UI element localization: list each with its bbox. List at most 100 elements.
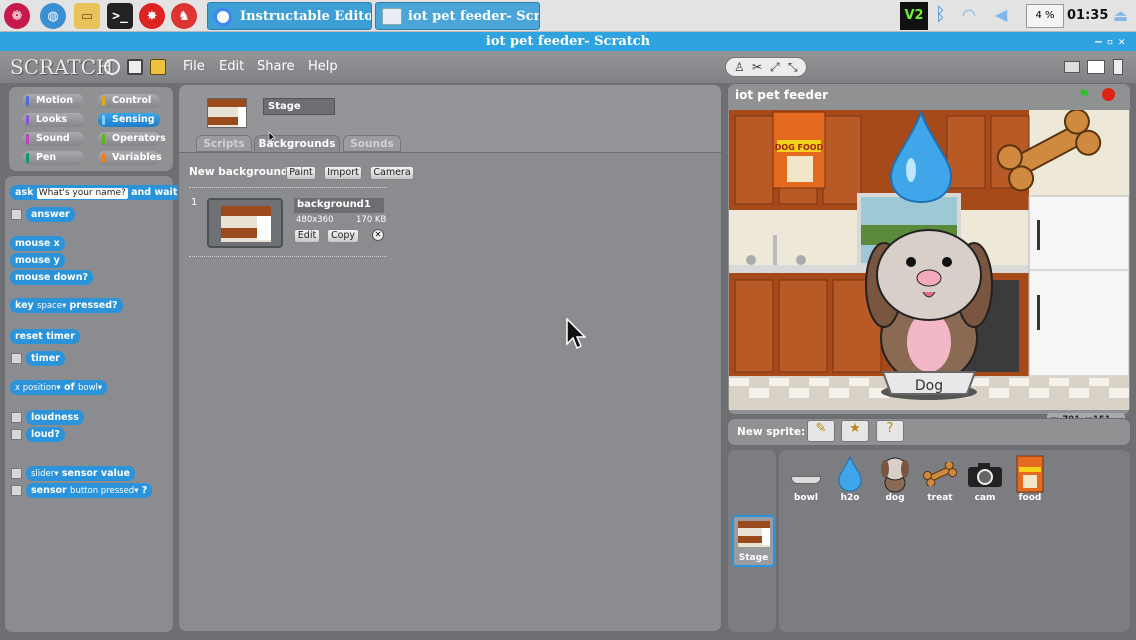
small-stage-icon[interactable] [1064, 61, 1080, 73]
menu-edit[interactable]: Edit [219, 59, 244, 74]
camera-icon [965, 455, 1005, 493]
object-dropdown[interactable]: bowl [78, 381, 98, 396]
save-icon[interactable] [127, 59, 143, 75]
language-globe-icon[interactable] [104, 59, 120, 75]
block-key-pressed[interactable]: key space▾ pressed? [10, 298, 123, 313]
paint-new-sprite-button[interactable]: ✎ [807, 420, 835, 442]
block-timer[interactable]: timer [26, 351, 65, 366]
menu-help[interactable]: Help [308, 59, 338, 74]
camera-button[interactable]: Camera [370, 166, 414, 180]
presentation-mode-icon[interactable] [1113, 59, 1123, 75]
stage-selector[interactable]: Stage [732, 515, 775, 567]
random-sprite-button[interactable]: ? [876, 420, 904, 442]
object-name-field[interactable]: Stage [263, 98, 335, 115]
tab-backgrounds[interactable]: Backgrounds [254, 135, 340, 152]
category-control[interactable]: Control [98, 94, 160, 108]
copy-background-button[interactable]: Copy [327, 229, 359, 243]
block-loud[interactable]: loud? [26, 427, 65, 442]
volume-icon[interactable]: ◀ [995, 5, 1007, 24]
category-motion[interactable]: Motion [22, 94, 84, 108]
sprite-bowl[interactable]: bowl [784, 455, 828, 503]
tab-scripts[interactable]: Scripts [196, 135, 252, 152]
shrink-tool-icon[interactable]: ⤡ [788, 60, 798, 75]
button-pressed-checkbox[interactable] [11, 485, 22, 496]
block-attribute-of[interactable]: x position▾ of bowl▾ [10, 380, 108, 396]
ask-input[interactable]: What's your name? [36, 188, 128, 199]
browser-globe-icon[interactable]: ◍ [40, 3, 66, 29]
category-operators[interactable]: Operators [98, 132, 166, 146]
water-drop-icon [830, 455, 870, 493]
delete-background-icon[interactable]: ✕ [372, 229, 384, 241]
edit-background-button[interactable]: Edit [294, 229, 320, 243]
chevron-down-icon: ▾ [56, 383, 61, 393]
terminal-icon[interactable]: >_ [107, 3, 133, 29]
block-loudness[interactable]: loudness [26, 410, 84, 425]
block-reset-timer[interactable]: reset timer [10, 329, 80, 344]
bowl-label: Dog [915, 378, 943, 394]
category-sensing[interactable]: Sensing [98, 113, 160, 127]
category-pen[interactable]: Pen [22, 151, 84, 165]
background-dimensions: 480x360 [296, 215, 334, 225]
choose-sprite-file-button[interactable]: ★ [841, 420, 869, 442]
stage-canvas[interactable]: DOG FOOD Dog [729, 110, 1129, 410]
loud-checkbox[interactable] [11, 429, 22, 440]
category-looks[interactable]: Looks [22, 113, 84, 127]
paint-button[interactable]: Paint [286, 166, 316, 180]
bluetooth-icon[interactable]: ᛒ [935, 4, 946, 25]
block-mouse-x[interactable]: mouse x [10, 236, 65, 251]
tab-sounds[interactable]: Sounds [343, 135, 401, 152]
background-thumbnail[interactable] [207, 198, 283, 248]
green-flag-icon[interactable]: ⚑ [1078, 87, 1091, 103]
sensor-dropdown[interactable]: slider [31, 467, 54, 482]
answer-checkbox[interactable] [11, 209, 22, 220]
stop-icon[interactable] [1102, 88, 1115, 101]
taskbar-window-chromium[interactable]: Instructable Edito... [207, 2, 372, 30]
category-sound[interactable]: Sound [22, 132, 84, 146]
mathematica-icon[interactable]: ✸ [139, 3, 165, 29]
sensor-button-dropdown[interactable]: button pressed [70, 484, 134, 499]
block-sensor-value[interactable]: slider▾ sensor value [26, 466, 135, 481]
share-house-icon[interactable] [150, 59, 166, 75]
vnc-icon[interactable]: V2 [900, 2, 928, 30]
timer-checkbox[interactable] [11, 353, 22, 364]
menu-share[interactable]: Share [257, 59, 295, 74]
sprite-food[interactable]: food [1008, 455, 1052, 503]
delete-tool-icon[interactable]: ✂ [752, 60, 762, 74]
import-button[interactable]: Import [324, 166, 362, 180]
normal-stage-icon[interactable] [1087, 60, 1105, 74]
eject-icon[interactable]: ⏏ [1113, 6, 1128, 25]
sprite-treat[interactable]: treat [918, 455, 962, 503]
raspberry-menu-icon[interactable]: ❁ [4, 3, 30, 29]
chevron-down-icon: ▾ [61, 301, 67, 311]
duplicate-tool-icon[interactable]: ♙ [734, 60, 745, 74]
taskbar-window-scratch[interactable]: iot pet feeder- Scr... [375, 2, 540, 30]
block-mouse-down[interactable]: mouse down? [10, 270, 93, 285]
close-icon[interactable]: ✕ [1118, 35, 1130, 48]
block-ask-and-wait[interactable]: ask What's your name? and wait [10, 185, 183, 200]
file-manager-icon[interactable]: ▭ [74, 3, 100, 29]
sprite-h2o[interactable]: h2o [828, 455, 872, 503]
maximize-icon[interactable]: ▫ [1107, 35, 1119, 48]
block-mouse-y[interactable]: mouse y [10, 253, 65, 268]
loudness-checkbox[interactable] [11, 412, 22, 423]
wifi-icon[interactable]: ◠ [962, 5, 976, 24]
block-answer[interactable]: answer [26, 207, 75, 222]
food-bag-text: DOG FOOD [775, 143, 824, 152]
grow-tool-icon[interactable]: ⤢ [770, 60, 780, 75]
sprite-cam[interactable]: cam [963, 455, 1007, 503]
category-variables[interactable]: Variables [98, 151, 162, 165]
project-title: iot pet feeder [735, 88, 829, 102]
menu-file[interactable]: File [183, 59, 205, 74]
clock[interactable]: 01:35 [1067, 8, 1108, 23]
scratch-window-icon [382, 8, 402, 25]
attribute-dropdown[interactable]: x position [15, 381, 56, 396]
new-sprite-label: New sprite: [737, 426, 806, 438]
slider-sensor-checkbox[interactable] [11, 468, 22, 479]
minimize-icon[interactable]: – [1095, 35, 1107, 48]
block-sensor-pressed[interactable]: sensor button pressed▾ ? [26, 483, 153, 499]
battery-indicator[interactable]: 4 % [1026, 4, 1064, 28]
background-name-field[interactable]: background1 [294, 198, 384, 213]
key-dropdown[interactable]: space [37, 299, 62, 314]
sprite-dog[interactable]: dog [873, 455, 917, 503]
wolfram-icon[interactable]: ♞ [171, 3, 197, 29]
